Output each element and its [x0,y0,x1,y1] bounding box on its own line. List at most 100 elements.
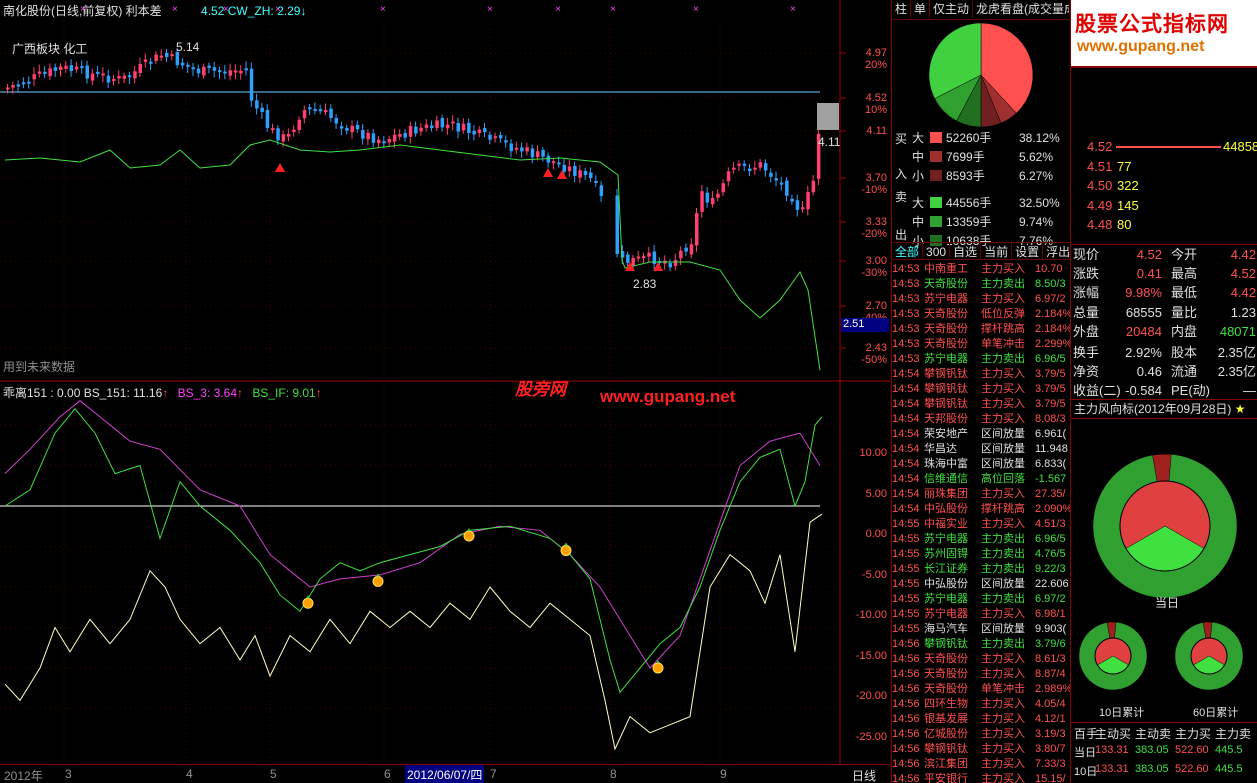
star-icon[interactable]: ★ [1235,402,1246,416]
order-book-row: 4.51 77 [1071,157,1257,176]
tick-row[interactable]: 14:55 苏宁电器 主力买入 6.98/1 [892,607,1070,622]
tab-dragon-tiger[interactable]: 龙虎看盘(成交量成 [973,0,1069,18]
tab-watchlist[interactable]: 自选 [950,243,982,259]
tick-row[interactable]: 14:54 天邦股份 主力买入 8.08/3 [892,412,1070,427]
indicator-axis-label: -25.00 [855,730,887,743]
tick-row[interactable]: 14:55 苏宁电器 主力卖出 6.96/5 [892,532,1070,547]
tick-row[interactable]: 14:54 攀钢钒钛 主力买入 3.79/5 [892,397,1070,412]
tab-300[interactable]: 300 [923,243,951,259]
tick-type: 主力买入 [981,713,1025,725]
tick-type: 主力卖出 [981,548,1025,560]
tab-current[interactable]: 当前 [981,243,1013,259]
main-chart-area[interactable]: × × × × × × × × × × 南化股份(日线,前复权) 利本差 4.52 CW_ZH: … [0,0,890,783]
candle-body [355,124,360,130]
candle-body [430,125,434,129]
tick-time: 14:54 [892,383,920,395]
tick-row[interactable]: 14:56 平安银行 主力买入 15.15/ [892,772,1070,783]
bid-volume: 80 [1117,217,1132,232]
tick-row[interactable]: 14:56 攀钢钒钛 主力买入 3.80/7 [892,742,1070,757]
tick-time: 14:55 [892,548,920,560]
tick-row[interactable]: 14:54 华昌达 区间放量 11.948 [892,442,1070,457]
tick-row[interactable]: 14:54 攀钢钒钛 主力买入 3.79/5 [892,382,1070,397]
tick-row[interactable]: 14:56 天奇股份 单笔冲击 2.989% [892,682,1070,697]
main-force-title-bar: 主力风向标(2012年09月28日) ★ [1071,399,1257,419]
candle-body [726,171,731,182]
bs151-value: BS_151: 11.16 [83,386,163,400]
tab-bar[interactable]: 柱 [892,0,912,18]
tab-all[interactable]: 全部 [892,243,924,259]
tick-value: 9.903( [1035,623,1067,635]
tick-row[interactable]: 14:55 海马汽车 区间放量 9.903( [892,622,1070,637]
candle-body [43,71,47,74]
candle-body [80,66,84,69]
tick-row[interactable]: 14:54 丽珠集团 主力买入 27.35/ [892,487,1070,502]
candle-body [21,82,26,85]
tick-stock: 海马汽车 [924,623,968,635]
tick-row[interactable]: 14:56 银基发展 主力买入 4.12/1 [892,712,1070,727]
quote-label-2: 流通 [1171,364,1198,380]
tick-row[interactable]: 14:54 攀钢钒钛 主力买入 3.79/5 [892,367,1070,382]
candle-body [6,87,10,90]
tick-value: 7.33/3 [1035,758,1066,770]
order-book-row: 4.52 44858 [1071,137,1257,156]
tick-row[interactable]: 14:53 天奇股份 撑杆跳高 2.184% [892,322,1070,337]
tick-row[interactable]: 14:55 苏宁电器 主力卖出 6.97/2 [892,592,1070,607]
tab-settings[interactable]: 设置 [1012,243,1044,259]
candle-body [149,61,153,64]
candle-body [504,140,508,143]
tick-row[interactable]: 14:55 苏州固锝 主力卖出 4.76/5 [892,547,1070,562]
10day-flow-donut [1078,621,1148,691]
tab-float[interactable]: 浮出 [1043,243,1070,259]
watermark-url: www.gupang.net [600,387,736,406]
tick-row[interactable]: 14:55 中福实业 主力买入 4.51/3 [892,517,1070,532]
tick-row[interactable]: 14:56 攀钢钒钛 主力卖出 3.79/6 [892,637,1070,652]
tick-type: 主力买入 [981,773,1025,783]
tab-single[interactable]: 单 [911,0,931,18]
order-book-row: 4.50 322 [1071,176,1257,195]
candle-body [716,193,720,198]
flow-percent: 5.62% [1019,150,1054,164]
price-box [817,103,839,130]
period-label[interactable]: 日线 [852,767,876,783]
tick-row[interactable]: 14:53 天奇股份 主力卖出 8.50/3 [892,277,1070,292]
tick-row[interactable]: 14:55 长江证券 主力卖出 9.22/3 [892,562,1070,577]
tick-alert-list[interactable]: 14:53 中南重工 主力买入 10.70 14:53 天奇股份 主力卖出 8.50/3 14:… [892,262,1070,783]
tick-time: 14:54 [892,488,920,500]
tick-row[interactable]: 14:53 天奇股份 低位反弹 2.184% [892,307,1070,322]
quote-value: 2.92% [1125,345,1162,360]
watermark-text: 股旁网 [515,380,566,399]
tick-row[interactable]: 14:56 四环生物 主力买入 4.05/4 [892,697,1070,712]
future-data-notice: 用到未来数据 [3,360,76,374]
tick-row[interactable]: 14:56 亿城股份 主力买入 3.19/3 [892,727,1070,742]
candle-body [721,183,725,193]
tick-row[interactable]: 14:54 荣安地产 区间放量 6.961( [892,427,1070,442]
signal-dot-icon [302,597,314,609]
tick-row[interactable]: 14:53 中南重工 主力买入 10.70 [892,262,1070,277]
d60-label: 60日累计 [1193,707,1239,719]
tab-active[interactable]: 仅主动 [930,0,974,18]
tick-row[interactable]: 14:54 珠海中富 区间放量 6.833( [892,457,1070,472]
tick-stock: 苏州固锝 [924,548,968,560]
tick-row[interactable]: 14:56 天奇股份 主力买入 8.61/3 [892,652,1070,667]
tick-stock: 中南重工 [924,263,968,275]
tick-value: 8.61/3 [1035,653,1066,665]
candle-body [440,118,445,128]
tick-row[interactable]: 14:54 信维通信 高位回落 -1.567 [892,472,1070,487]
tick-row[interactable]: 14:55 中弘股份 区间放量 22.606 [892,577,1070,592]
tick-row[interactable]: 14:54 中弘股份 撑杆跳高 2.090% [892,502,1070,517]
tick-row[interactable]: 14:56 天奇股份 主力买入 8.87/4 [892,667,1070,682]
date-m8: 8 [610,767,617,781]
tick-row[interactable]: 14:53 苏宁电器 主力买入 6.97/2 [892,292,1070,307]
tick-row[interactable]: 14:56 滨江集团 主力买入 7.33/3 [892,757,1070,772]
tick-time: 14:54 [892,503,920,515]
tick-row[interactable]: 14:53 苏宁电器 主力卖出 6.96/5 [892,352,1070,367]
tick-row[interactable]: 14:53 天奇股份 单笔冲击 2.299% [892,337,1070,352]
tick-type: 主力买入 [981,383,1025,395]
tick-type: 撑杆跳高 [981,323,1025,335]
tick-stock: 苏宁电器 [924,533,968,545]
candle-body [493,136,498,139]
candle-body [260,107,264,112]
candle-body [801,207,805,210]
tick-time: 14:56 [892,773,920,783]
sector-label: 广西板块 化工 [12,42,88,56]
